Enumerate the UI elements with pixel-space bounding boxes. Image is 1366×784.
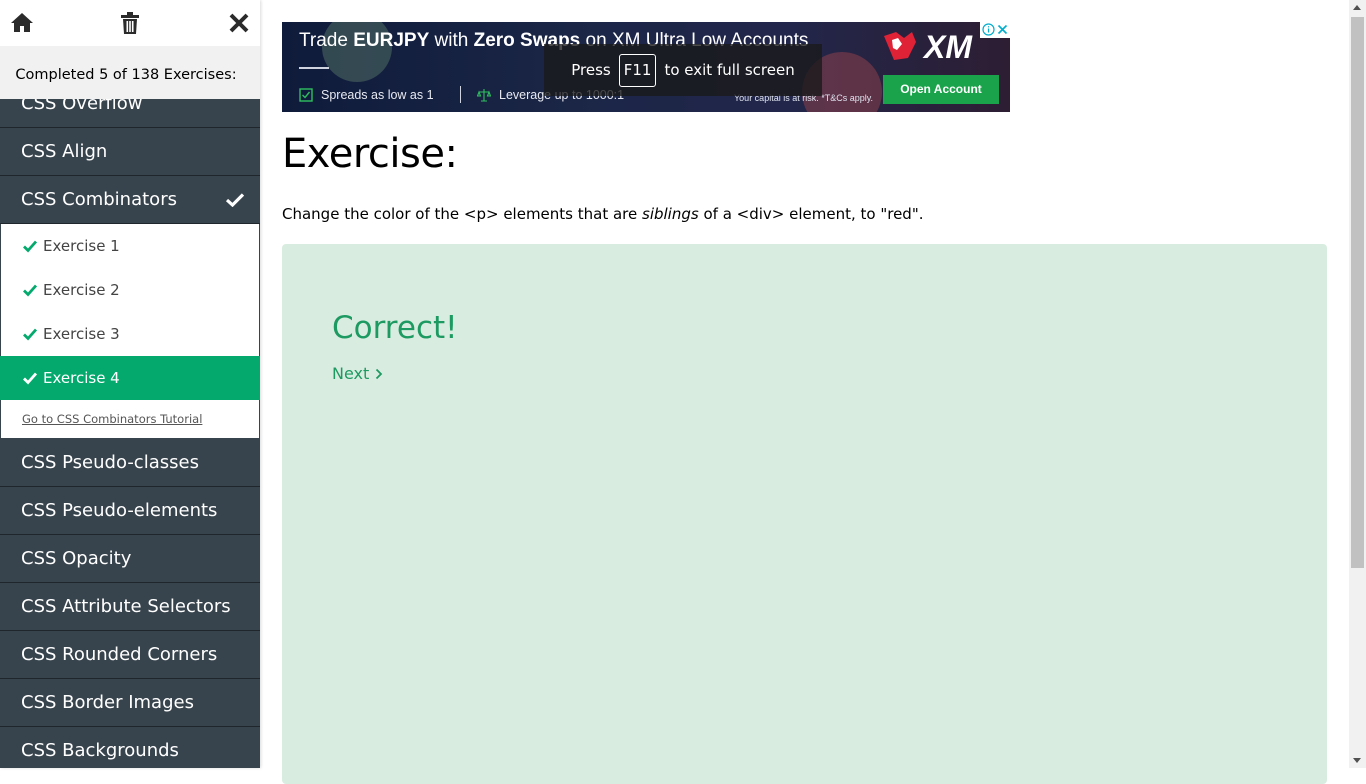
exercise-label: Exercise 4: [43, 369, 120, 387]
trash-icon[interactable]: [118, 11, 142, 35]
category-css-combinators[interactable]: CSS Combinators: [0, 176, 260, 224]
result-title: Correct!: [332, 310, 458, 346]
next-link[interactable]: Next: [332, 364, 383, 383]
fullscreen-notice-pre: Press: [571, 61, 611, 79]
sidebar-header: Completed 5 of 138 Exercises:: [0, 0, 260, 99]
f11-key: F11: [618, 53, 657, 87]
exercise-list: Exercise 1 Exercise 2 Exercise 3 Exercis…: [0, 224, 260, 439]
chevron-right-icon: [376, 368, 383, 379]
check-icon: [226, 176, 244, 223]
category-label: CSS Pseudo-classes: [21, 452, 199, 473]
page-title: Exercise:: [282, 131, 458, 177]
category-css-rounded-corners[interactable]: CSS Rounded Corners: [0, 631, 260, 679]
ad-feature-spreads: Spreads as low as 1: [299, 88, 434, 102]
category-label: CSS Combinators: [21, 189, 177, 210]
category-css-pseudo-classes[interactable]: CSS Pseudo-classes: [0, 439, 260, 487]
category-label: CSS Attribute Selectors: [21, 596, 231, 617]
category-label: CSS Opacity: [21, 548, 132, 569]
check-icon: [23, 284, 37, 297]
category-label: CSS Border Images: [21, 692, 194, 713]
ad-info-icon[interactable]: [982, 23, 995, 36]
result-panel: Correct! Next: [282, 244, 1327, 784]
category-css-border-images[interactable]: CSS Border Images: [0, 679, 260, 727]
scale-icon: [477, 89, 491, 102]
check-icon: [23, 328, 37, 341]
check-icon: [23, 372, 37, 385]
exercise-label: Exercise 1: [43, 237, 120, 255]
scrollbar-thumb[interactable]: [1351, 17, 1364, 568]
exercise-label: Exercise 2: [43, 281, 120, 299]
category-css-align[interactable]: CSS Align: [0, 128, 260, 176]
fullscreen-notice: Press F11 to exit full screen: [544, 44, 822, 96]
next-label: Next: [332, 364, 370, 383]
svg-text:XM: XM: [922, 29, 973, 64]
ad-controls: [980, 22, 1010, 38]
exercise-instruction: Change the color of the <p> elements tha…: [282, 205, 924, 223]
category-list: CSS Overflow CSS Align CSS Combinators E…: [0, 80, 260, 768]
checkbox-icon: [299, 88, 313, 102]
sidebar-toolbar: [0, 0, 260, 46]
page-scrollbar[interactable]: [1349, 0, 1366, 768]
exercise-item-2[interactable]: Exercise 2: [0, 268, 260, 312]
category-css-pseudo-elements[interactable]: CSS Pseudo-elements: [0, 487, 260, 535]
tutorial-link[interactable]: Go to CSS Combinators Tutorial: [0, 400, 260, 439]
exercise-sidebar: CSS Overflow CSS Align CSS Combinators E…: [0, 0, 260, 768]
close-icon[interactable]: [227, 11, 251, 35]
category-css-attribute-selectors[interactable]: CSS Attribute Selectors: [0, 583, 260, 631]
category-css-backgrounds[interactable]: CSS Backgrounds: [0, 727, 260, 768]
exercise-item-4[interactable]: Exercise 4: [0, 356, 260, 400]
exercise-item-1[interactable]: Exercise 1: [0, 224, 260, 268]
check-icon: [23, 240, 37, 253]
category-label: CSS Pseudo-elements: [21, 500, 218, 521]
category-css-opacity[interactable]: CSS Opacity: [0, 535, 260, 583]
category-label: CSS Backgrounds: [21, 740, 179, 761]
home-icon[interactable]: [10, 11, 34, 35]
exercise-item-3[interactable]: Exercise 3: [0, 312, 260, 356]
category-label: CSS Rounded Corners: [21, 644, 218, 665]
category-label: CSS Align: [21, 141, 108, 162]
scroll-up-icon[interactable]: [1353, 5, 1361, 10]
open-account-button[interactable]: Open Account: [883, 75, 999, 104]
scroll-down-icon[interactable]: [1353, 758, 1361, 763]
ad-separator: [460, 86, 461, 103]
ad-divider: [299, 67, 329, 69]
fullscreen-notice-post: to exit full screen: [664, 61, 795, 79]
progress-text: Completed 5 of 138 Exercises:: [15, 67, 237, 83]
ad-close-icon[interactable]: [996, 23, 1009, 36]
exercise-label: Exercise 3: [43, 325, 120, 343]
